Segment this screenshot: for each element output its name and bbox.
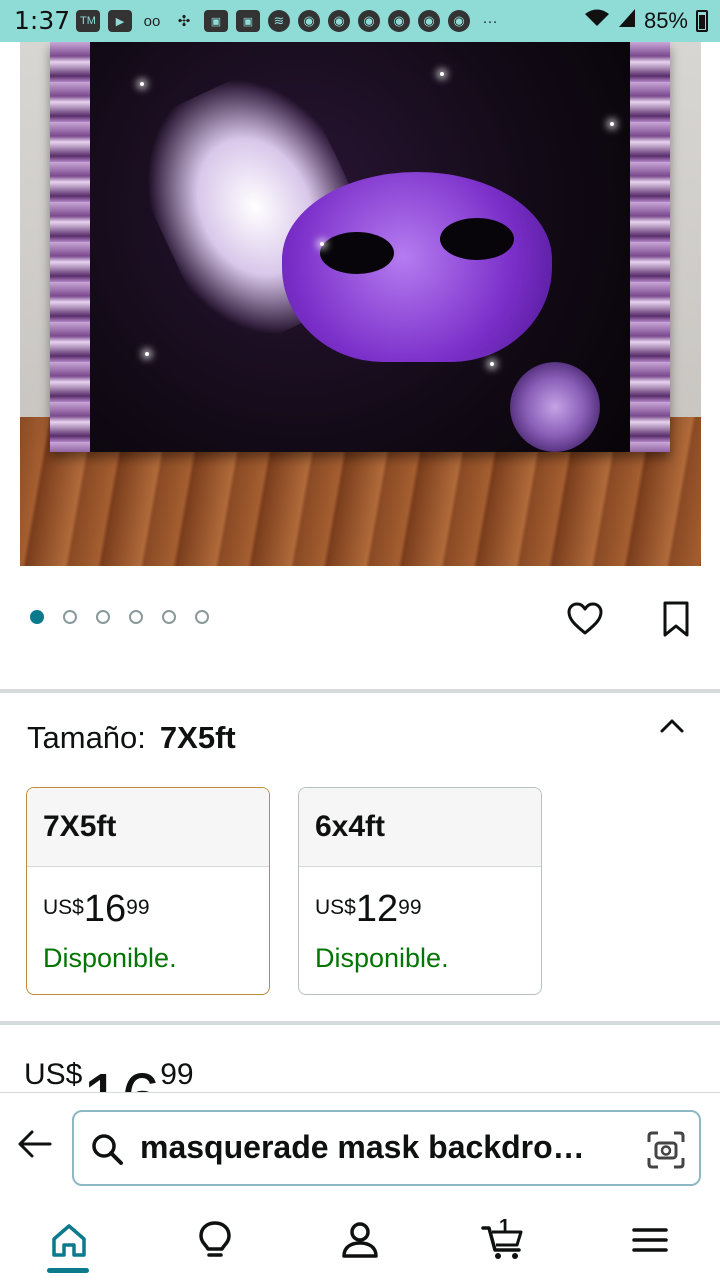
size-option-6x4ft[interactable]: 6x4ft US$ 12 99 Disponible. [298,787,542,995]
system-status: 85% [584,8,708,34]
image-mask-eye [440,218,514,260]
availability-text: Disponible. [315,943,449,973]
price-whole: 16 [83,888,127,930]
size-selected-value: 7X5ft [159,720,236,755]
cart-count: 1 [499,1216,511,1238]
heart-icon[interactable] [566,600,604,638]
image-sparkle [320,242,324,246]
price-fraction: 99 [126,896,150,919]
image-mask [282,172,552,362]
bookmark-icon[interactable] [660,600,692,638]
chrome-icon: ◉ [448,10,470,32]
menu-icon[interactable] [628,1218,672,1262]
image-sparkle [440,72,444,76]
status-time: 1:37 [14,6,71,35]
pager-dot[interactable] [63,610,77,624]
battery-icon [696,10,708,32]
size-option-name: 7X5ft [27,788,269,867]
photo-icon: ▣ [236,10,260,32]
chrome-icon: ◉ [298,10,320,32]
chrome-icon: ◉ [328,10,350,32]
product-image[interactable] [20,42,701,566]
bottom-nav: 1 [0,1200,720,1280]
product-price: US$1699 [24,1058,324,1094]
image-sparkle [610,122,614,126]
price-fraction: 99 [398,896,422,919]
image-jewel-border [50,42,90,452]
price-currency: US$ [43,896,84,919]
image-pager[interactable] [30,610,209,624]
image-sparkle [140,82,144,86]
size-label-text: Tamaño: [27,720,146,755]
notification-icons: TM ▶ oo ✣ ▣ ▣ ≋ ◉ ◉ ◉ ◉ ◉ ◉ ··· [76,10,502,32]
availability-text: Disponible. [43,943,177,973]
chrome-icon: ◉ [418,10,440,32]
home-active-indicator [47,1268,89,1273]
account-icon[interactable] [338,1218,382,1262]
section-divider [0,689,720,693]
chrome-icon: ◉ [358,10,380,32]
pager-dot[interactable] [162,610,176,624]
spotify-icon: ≋ [268,10,290,32]
search-input[interactable]: masquerade mask backdro… [72,1110,701,1186]
size-option-price: US$ 12 99 [315,888,422,930]
size-option-price: US$ 16 99 [43,888,150,930]
search-icon [92,1134,123,1165]
price-whole: 12 [355,888,399,930]
pager-dot[interactable] [129,610,143,624]
chevron-up-icon[interactable] [656,710,688,742]
status-bar: 1:37 TM ▶ oo ✣ ▣ ▣ ≋ ◉ ◉ ◉ ◉ ◉ ◉ ··· 85% [0,0,720,42]
image-jewel-border [630,42,670,452]
photo-icon: ▣ [204,10,228,32]
price-currency: US$ [315,896,356,919]
price-fraction: 99 [160,1058,194,1091]
image-sparkle [145,352,149,356]
size-option-7x5ft[interactable]: 7X5ft US$ 16 99 Disponible. [26,787,270,995]
battery-percent: 85% [643,8,688,33]
wifi-icon [584,8,610,34]
size-option-name: 6x4ft [299,788,541,867]
chrome-icon: ◉ [388,10,410,32]
camera-search-icon[interactable] [646,1130,686,1170]
voicemail-icon: oo [143,12,161,30]
more-icon: ··· [482,12,498,30]
section-divider [0,1021,720,1025]
fan-icon: ✣ [177,13,191,30]
size-selector-label: Tamaño: 7X5ft [27,720,236,756]
home-icon[interactable] [47,1218,91,1262]
image-sparkle [490,362,494,366]
pager-dot[interactable] [96,610,110,624]
pager-dot[interactable] [195,610,209,624]
back-arrow-icon[interactable] [16,1128,54,1160]
temu-icon: TM [76,10,100,32]
signal-icon [618,8,636,34]
search-query: masquerade mask backdro… [140,1129,585,1165]
price-whole: 16 [82,1059,160,1094]
lightbulb-icon[interactable] [193,1218,237,1262]
image-rose [510,362,600,452]
pager-dot[interactable] [30,610,44,624]
price-currency: US$ [24,1058,83,1091]
image-mask-eye [320,232,394,274]
youtube-icon: ▶ [108,10,132,32]
cart-button[interactable]: 1 [481,1216,525,1262]
